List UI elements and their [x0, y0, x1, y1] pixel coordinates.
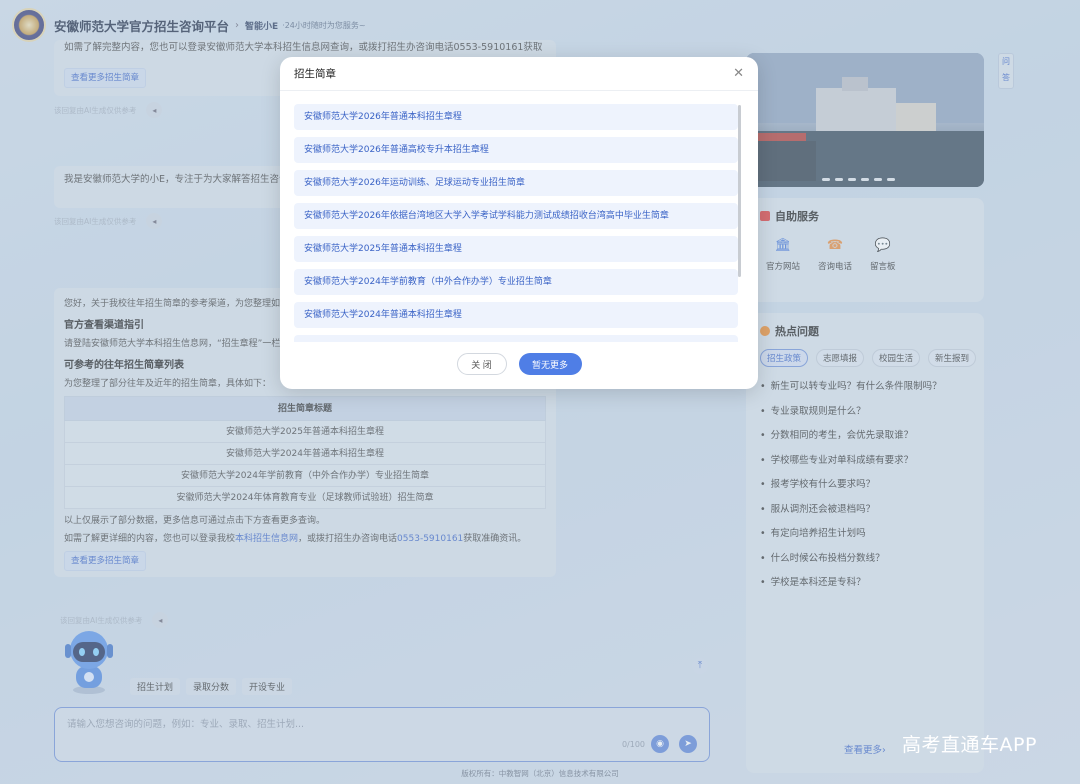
brochure-item[interactable]: 安徽师范大学2024年学前教育（中外合作办学）专业招生简章	[294, 269, 738, 295]
modal-close-button[interactable]: 关 闭	[456, 353, 507, 375]
brochure-item[interactable]: 安徽师范大学2025年普通本科招生章程	[294, 236, 738, 262]
brochure-item-partial[interactable]	[294, 335, 738, 342]
modal-header: 招生简章 ✕	[280, 57, 758, 91]
brochure-item[interactable]: 安徽师范大学2026年普通高校专升本招生章程	[294, 137, 738, 163]
brochure-list: 安徽师范大学2026年普通本科招生章程 安徽师范大学2026年普通高校专升本招生…	[294, 104, 738, 342]
modal-footer: 关 闭 暂无更多	[280, 353, 758, 375]
close-icon[interactable]: ✕	[733, 66, 744, 81]
app-watermark: 高考直通车APP	[902, 734, 1037, 756]
brochure-item[interactable]: 安徽师范大学2024年普通本科招生章程	[294, 302, 738, 328]
modal-title: 招生简章	[294, 68, 336, 80]
brochure-modal: 招生简章 ✕ 安徽师范大学2026年普通本科招生章程 安徽师范大学2026年普通…	[280, 57, 758, 389]
no-more-button[interactable]: 暂无更多	[518, 353, 582, 375]
brochure-item[interactable]: 安徽师范大学2026年运动训练、足球运动专业招生简章	[294, 170, 738, 196]
brochure-item[interactable]: 安徽师范大学2026年依据台湾地区大学入学考试学科能力测试成绩招收台湾高中毕业生…	[294, 203, 738, 229]
modal-scrollbar[interactable]	[738, 105, 741, 277]
brochure-item[interactable]: 安徽师范大学2026年普通本科招生章程	[294, 104, 738, 130]
